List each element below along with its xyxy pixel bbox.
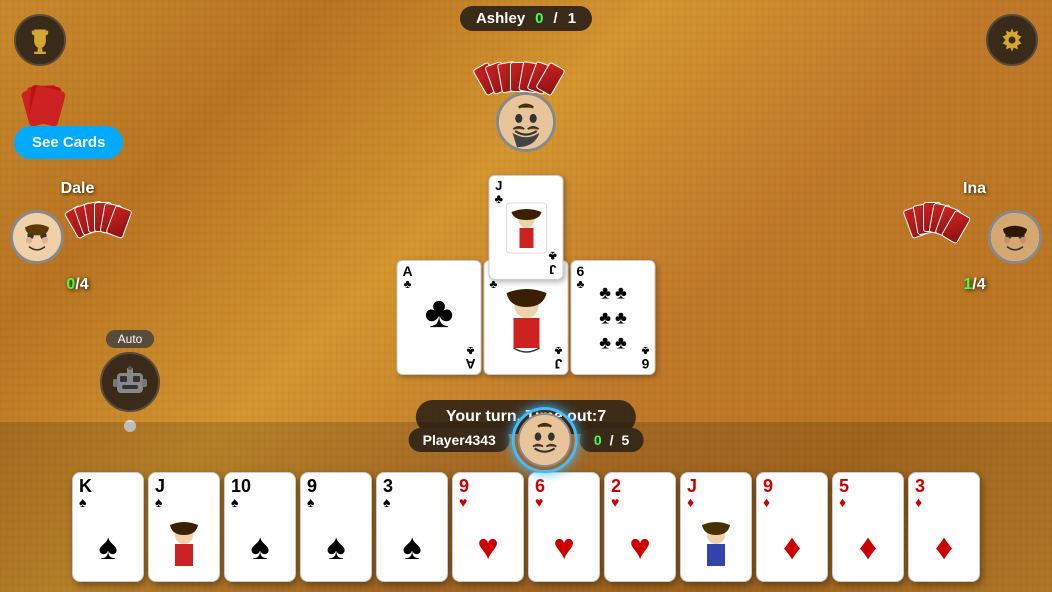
see-cards-label: See Cards xyxy=(32,134,105,151)
hand-card-2[interactable]: 10♠ ♠ xyxy=(224,472,296,582)
cards-deck-icon xyxy=(20,80,80,128)
player-right: Ina 1/4 xyxy=(907,180,1042,294)
hand-card-11[interactable]: 3♦ ♦ xyxy=(908,472,980,582)
settings-icon xyxy=(998,26,1026,54)
hand-card-7[interactable]: 2♥ ♥ xyxy=(604,472,676,582)
bottom-player-score-current: 0 xyxy=(594,432,602,448)
hand-card-1[interactable]: J♠ xyxy=(148,472,220,582)
hand-card-5[interactable]: 9♥ ♥ xyxy=(452,472,524,582)
left-player-avatar xyxy=(10,210,64,264)
left-player-name: Dale xyxy=(61,180,95,198)
top-player-avatar xyxy=(496,92,556,152)
player-bottom-info: Player4343 0/5 xyxy=(409,413,644,467)
left-player-score: 0/4 xyxy=(66,276,88,294)
bottom-player-badge: Player4343 xyxy=(409,428,510,452)
center-play-area: J♣ ♣ J♣ A♣ ♣ A♣ xyxy=(397,155,656,375)
hand-card-4[interactable]: 3♠ ♠ xyxy=(376,472,448,582)
hand-cards-container: K♠ ♠ J♠ 10♠ ♠ 9♠ ♠ 3♠ ♠ 9♥ ♥ 6♥ ♥ xyxy=(0,472,1052,582)
center-card-ace: A♣ ♣ A♣ xyxy=(397,260,482,375)
top-player-badge: Ashley 0/1 xyxy=(460,6,592,31)
auto-label: Auto xyxy=(106,330,155,348)
bottom-player-avatar-container xyxy=(518,413,572,467)
robot-icon[interactable] xyxy=(100,352,160,412)
hand-card-10[interactable]: 5♦ ♦ xyxy=(832,472,904,582)
player-left: Dale 0/4 xyxy=(10,180,145,294)
robot-face-icon xyxy=(111,363,149,401)
trophy-icon xyxy=(26,26,54,54)
bottom-player-avatar xyxy=(518,413,572,467)
top-player-cards-fan xyxy=(486,37,566,92)
right-player-avatar xyxy=(988,210,1042,264)
left-player-cards-fan xyxy=(70,202,145,272)
player-top: Ashley 0/1 xyxy=(460,6,592,152)
top-player-score-total: 1 xyxy=(568,10,576,27)
hand-card-3[interactable]: 9♠ ♠ xyxy=(300,472,372,582)
cards-icon-area xyxy=(20,80,80,128)
bottom-player-name: Player4343 xyxy=(423,432,496,448)
right-player-name: Ina xyxy=(963,180,986,198)
right-player-cards-fan xyxy=(907,202,982,272)
see-cards-button[interactable]: See Cards xyxy=(14,126,123,159)
hand-card-9[interactable]: 9♦ ♦ xyxy=(756,472,828,582)
top-player-name: Ashley xyxy=(476,10,525,27)
center-card-six: 6♣ ♣♣ ♣♣ ♣♣ 6♣ xyxy=(571,260,656,375)
auto-area: Auto xyxy=(100,330,160,432)
bottom-player-score-total: 5 xyxy=(622,432,630,448)
hand-card-6[interactable]: 6♥ ♥ xyxy=(528,472,600,582)
right-player-score: 1/4 xyxy=(963,276,985,294)
center-card-jack-top: J♣ ♣ J♣ xyxy=(489,175,564,280)
hand-card-0[interactable]: K♠ ♠ xyxy=(72,472,144,582)
trophy-button[interactable] xyxy=(14,14,66,66)
top-player-score-current: 0 xyxy=(535,10,543,27)
settings-button[interactable] xyxy=(986,14,1038,66)
bottom-player-score-badge: 0/5 xyxy=(580,428,643,452)
hand-card-8[interactable]: J♦ xyxy=(680,472,752,582)
